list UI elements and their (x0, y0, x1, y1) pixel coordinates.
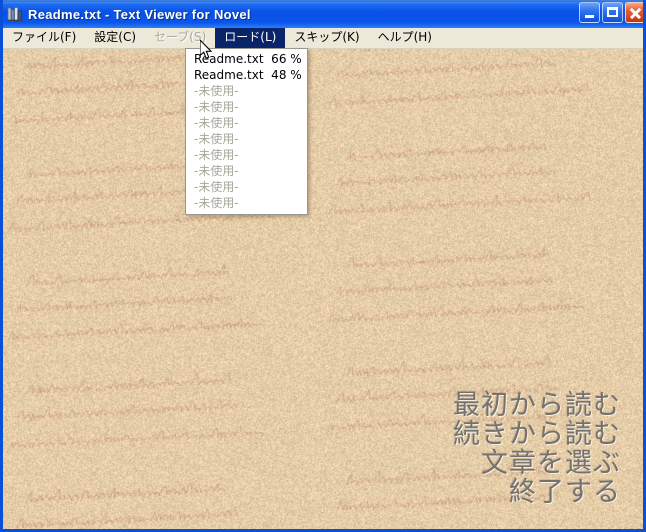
menu-skip[interactable]: スキップ(K) (285, 28, 368, 48)
load-slot-6: -未使用- (194, 132, 239, 146)
load-slot-3: -未使用- (194, 84, 239, 98)
read-from-start[interactable]: 最初から読む (453, 391, 621, 420)
load-slot-1[interactable]: Readme.txt 66 % (186, 51, 307, 67)
load-slot-8: -未使用- (194, 164, 239, 178)
books-icon (7, 6, 23, 22)
application-window: Readme.txt - Text Viewer for Novel ファイル(… (0, 0, 646, 532)
menu-settings[interactable]: 設定(C) (85, 28, 145, 48)
caption-button-group (579, 2, 643, 23)
load-slot-10: -未使用- (194, 196, 239, 210)
choose-text[interactable]: 文章を選ぶ (453, 449, 621, 478)
load-slot-7: -未使用- (194, 148, 239, 162)
load-slot-5: -未使用- (194, 116, 239, 130)
load-slot-4: -未使用- (194, 100, 239, 114)
menu-save: セーブ(S) (154, 30, 207, 44)
client-area: 最初から読む 続きから読む 文章を選ぶ 終了する (3, 49, 643, 529)
menu-bar: ファイル(F) 設定(C) セーブ(S) ロード(L) スキップ(K) ヘルプ(… (3, 28, 643, 49)
minimize-button[interactable] (579, 2, 600, 23)
maximize-button[interactable] (602, 2, 623, 23)
quit[interactable]: 終了する (453, 478, 621, 507)
close-button[interactable] (625, 2, 643, 23)
window-title: Readme.txt - Text Viewer for Novel (28, 6, 251, 22)
title-bar[interactable]: Readme.txt - Text Viewer for Novel (3, 0, 643, 28)
game-menu: 最初から読む 続きから読む 文章を選ぶ 終了する (453, 391, 621, 507)
menu-load[interactable]: ロード(L) (215, 28, 286, 48)
load-dropdown-menu: Readme.txt 66 % Readme.txt 48 % -未使用- -未… (185, 48, 308, 215)
load-slot-2[interactable]: Readme.txt 48 % (186, 67, 307, 83)
continue-reading[interactable]: 続きから読む (453, 420, 621, 449)
menu-help[interactable]: ヘルプ(H) (369, 28, 441, 48)
menu-file[interactable]: ファイル(F) (3, 28, 85, 48)
load-slot-9: -未使用- (194, 180, 239, 194)
